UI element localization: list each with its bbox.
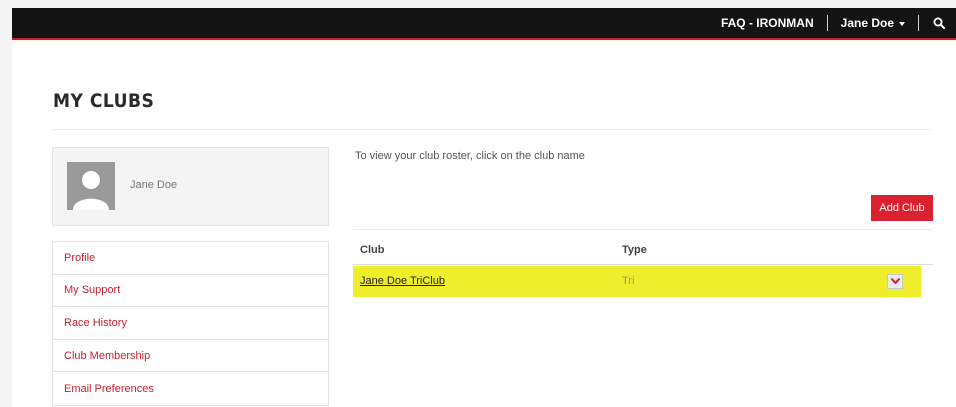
sidebar-item-profile[interactable]: Profile — [53, 242, 328, 275]
avatar-placeholder-icon — [67, 162, 115, 210]
faq-link[interactable]: FAQ - IRONMAN — [721, 16, 814, 30]
table-top-divider — [353, 229, 933, 230]
user-menu-toggle[interactable]: Jane Doe — [841, 16, 905, 30]
chevron-down-icon — [890, 278, 900, 284]
add-club-button[interactable]: Add Club — [871, 195, 933, 221]
avatar — [67, 162, 115, 210]
page-content: MY CLUBS Jane Doe Profile My Support Rac… — [12, 42, 956, 407]
sidebar-item-my-support[interactable]: My Support — [53, 275, 328, 308]
sidebar-item-race-history[interactable]: Race History — [53, 307, 328, 340]
caret-down-icon — [899, 21, 905, 26]
page-title: MY CLUBS — [53, 90, 155, 112]
sidebar-item-club-membership[interactable]: Club Membership — [53, 340, 328, 373]
club-name-link[interactable]: Jane Doe TriClub — [360, 275, 445, 287]
top-navigation-bar: FAQ - IRONMAN Jane Doe — [12, 8, 956, 40]
nav-divider — [918, 15, 919, 31]
top-nav-links: FAQ - IRONMAN Jane Doe — [721, 8, 956, 38]
nav-divider — [826, 15, 828, 31]
title-divider — [52, 129, 933, 130]
row-expand-button[interactable] — [887, 274, 903, 289]
profile-card: Jane Doe — [52, 147, 329, 226]
search-icon — [933, 17, 945, 29]
account-side-menu: Profile My Support Race History Club Mem… — [52, 241, 329, 406]
sidebar-item-email-preferences[interactable]: Email Preferences — [53, 372, 328, 405]
club-roster-instructions: To view your club roster, click on the c… — [355, 150, 585, 162]
profile-name: Jane Doe — [130, 179, 178, 191]
column-header-club: Club — [360, 244, 385, 256]
search-button[interactable] — [932, 16, 946, 30]
column-header-type: Type — [622, 244, 647, 256]
user-menu-label: Jane Doe — [840, 16, 894, 30]
club-type-cell: Tri — [622, 275, 635, 287]
table-header-divider — [353, 264, 933, 265]
table-row: Jane Doe TriClub Tri — [353, 266, 921, 297]
